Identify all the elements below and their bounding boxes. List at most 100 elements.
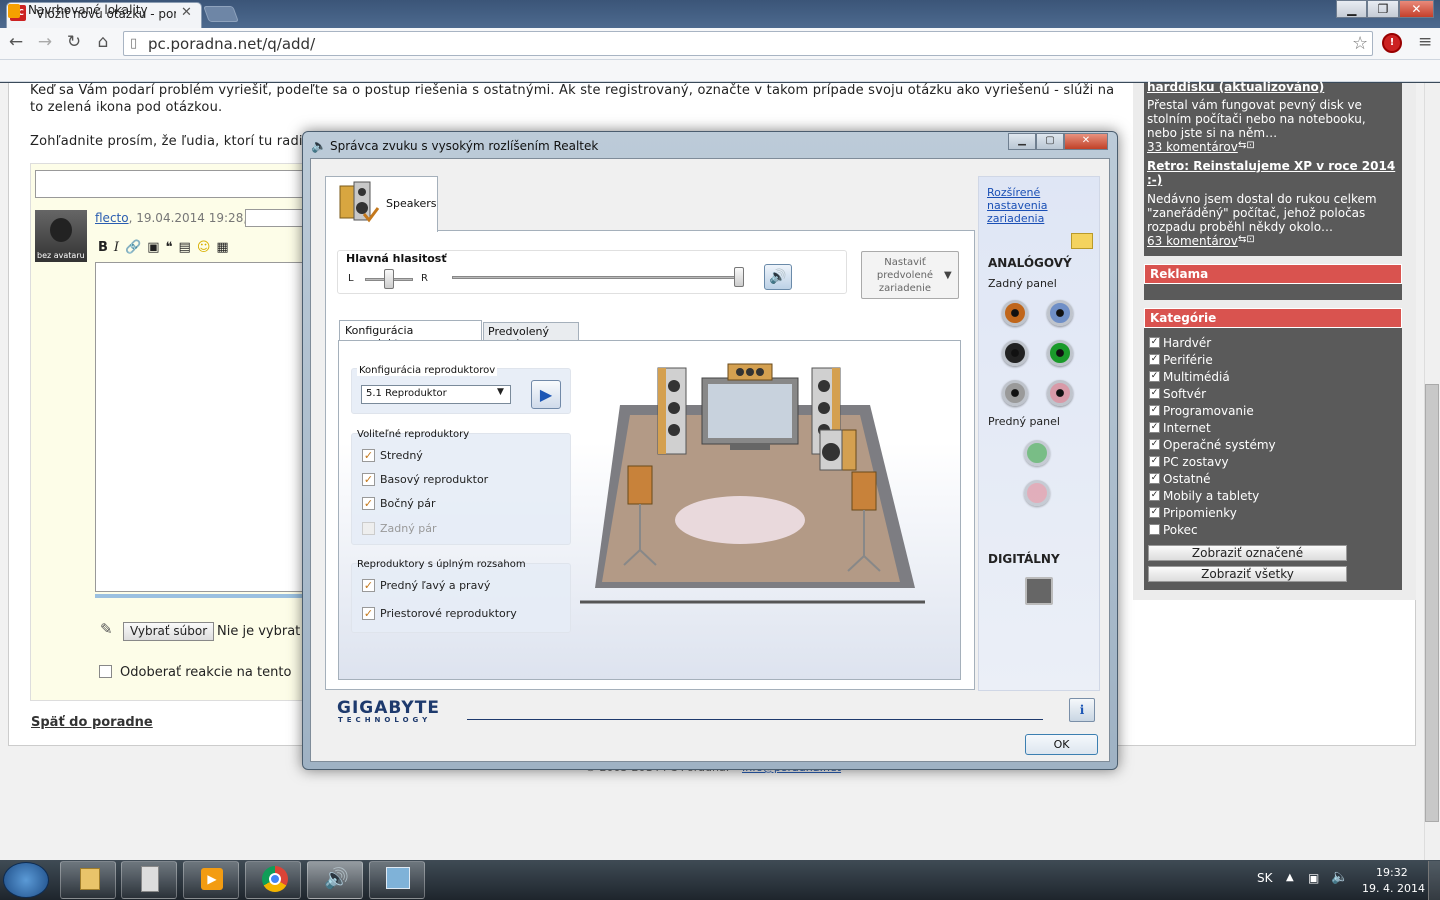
quote-icon[interactable]: ❝ [166,240,173,255]
attach-box-icon[interactable]: ▦ [216,240,228,255]
category-item[interactable]: ✓ Multimédiá [1149,368,1389,385]
back-link[interactable]: Späť do poradne [31,715,153,730]
bold-icon[interactable]: B [98,240,108,255]
chevron-down-icon[interactable]: ▼ [497,387,504,397]
chevron-down-icon[interactable]: ▼ [944,270,952,281]
category-checkbox[interactable]: ✓ [1149,354,1160,365]
tags-input[interactable] [245,209,305,227]
option-checkbox[interactable]: ✓ [362,473,375,486]
front-jack-icon[interactable] [1024,440,1050,466]
close-icon[interactable]: ✕ [1398,0,1434,18]
category-checkbox[interactable]: ✓ [1149,405,1160,416]
rear-jack-icon[interactable] [1002,340,1028,366]
option-checkbox[interactable]: ✓ [362,497,375,510]
category-checkbox[interactable]: ✓ [1149,473,1160,484]
advanced-settings-link[interactable]: Rozšírené nastavenia zariadenia [987,186,1057,225]
image-icon[interactable]: ▣ [147,240,159,255]
dialog-close-icon[interactable]: ✕ [1064,133,1108,150]
rear-jack-icon[interactable] [1047,380,1073,406]
speaker-option[interactable]: ✓ Priestorové reproduktory [362,607,517,620]
speaker-option[interactable]: ✓ Basový reproduktor [362,473,488,486]
subscribe-checkbox[interactable] [99,665,112,678]
show-marked-button[interactable]: Zobraziť označené [1148,545,1347,561]
tab-default-format[interactable]: Predvolený formát [483,322,579,351]
language-indicator[interactable]: SK [1257,871,1273,885]
category-item[interactable]: ✓ Periférie [1149,351,1389,368]
category-checkbox[interactable]: ✓ [1149,439,1160,450]
rear-jack-icon[interactable] [1002,300,1028,326]
smiley-icon[interactable]: ☺ [197,240,211,255]
reload-icon[interactable]: ↻ [63,31,85,53]
tab-close-icon[interactable]: ✕ [181,5,192,20]
bookmark-star-icon[interactable]: ☆ [1352,33,1368,54]
show-desktop-button[interactable] [1428,861,1440,900]
category-checkbox[interactable]: ✓ [1149,422,1160,433]
new-tab-button[interactable] [203,6,239,22]
tray-arrow-icon[interactable]: ▲ [1286,872,1294,883]
category-item[interactable]: ✓ Programovanie [1149,402,1389,419]
info-icon[interactable]: i [1069,698,1095,722]
author-link[interactable]: flecto [95,211,129,225]
category-item[interactable]: ✓ Pripomienky [1149,504,1389,521]
spdif-connector-icon[interactable] [1025,577,1053,605]
message-textarea[interactable] [95,262,305,592]
category-item[interactable]: ✓ PC zostavy [1149,453,1389,470]
code-icon[interactable]: ▤ [179,240,191,255]
volume-slider-thumb[interactable] [734,267,744,287]
speaker-option[interactable]: ✓ Bočný pár [362,497,436,510]
news-title-2[interactable]: Retro: Reinstalujeme XP v roce 2014 :-) [1147,159,1402,187]
volume-slider[interactable] [452,276,744,279]
clock-date[interactable]: 19. 4. 2014 [1362,882,1425,895]
category-item[interactable]: ✓ Mobily a tablety [1149,487,1389,504]
choose-file-button[interactable]: Vybrať súbor [123,622,215,641]
category-item[interactable]: ✓ Softvér [1149,385,1389,402]
show-all-button[interactable]: Zobraziť všetky [1148,566,1347,582]
network-icon[interactable]: ▣ [1308,871,1319,885]
forward-icon[interactable]: → [34,31,56,53]
speaker-option[interactable]: ✓ Predný ľavý a pravý [362,579,490,592]
folder-icon[interactable] [1071,233,1093,249]
option-checkbox[interactable]: ✓ [362,449,375,462]
category-item[interactable]: ✓ Hardvér [1149,334,1389,351]
category-item[interactable]: ✓ Internet [1149,419,1389,436]
category-checkbox[interactable]: ✓ [1149,507,1160,518]
mute-speaker-icon[interactable]: 🔊 [764,264,792,290]
title-input[interactable] [35,170,305,198]
back-icon[interactable]: ← [5,31,27,53]
category-checkbox[interactable]: ✓ [1149,371,1160,382]
resize-bar[interactable] [95,594,305,598]
rear-jack-icon[interactable] [1002,380,1028,406]
volume-tray-icon[interactable]: 🔈 [1331,869,1348,885]
speaker-option[interactable]: ✓ Stredný [362,449,423,462]
home-icon[interactable]: ⌂ [92,31,114,53]
category-item[interactable]: Pokec [1149,521,1389,538]
bookmark-suggested-sites[interactable]: Navrhované lokality [28,3,148,17]
speaker-option[interactable]: Zadný pár [362,522,436,535]
rear-jack-icon[interactable] [1047,300,1073,326]
option-checkbox[interactable] [362,522,375,535]
category-item[interactable]: ✓ Ostatné [1149,470,1389,487]
dialog-maximize-icon[interactable]: ▢ [1036,133,1064,150]
category-checkbox[interactable]: ✓ [1149,388,1160,399]
italic-icon[interactable]: I [114,240,119,255]
rear-jack-icon[interactable] [1047,340,1073,366]
minimize-icon[interactable]: ▁ [1336,0,1368,18]
speaker-config-select[interactable]: 5.1 Reproduktor [361,385,511,404]
link-icon[interactable]: 🔗 [125,240,141,255]
category-checkbox[interactable] [1149,524,1160,535]
clock-time[interactable]: 19:32 [1376,866,1408,879]
front-jack-icon[interactable] [1024,480,1050,506]
news-comments-2[interactable]: 63 komentárov [1147,234,1238,248]
extension-icon[interactable]: ! [1382,33,1402,53]
menu-icon[interactable]: ≡ [1418,32,1432,52]
tab-speaker-config[interactable]: Konfigurácia reproduktorov [339,320,482,350]
balance-slider-thumb[interactable] [384,269,394,289]
category-checkbox[interactable]: ✓ [1149,337,1160,348]
option-checkbox[interactable]: ✓ [362,607,375,620]
news-title-1[interactable]: harddisku (aktualizováno) [1147,80,1324,94]
scrollbar-thumb[interactable] [1425,384,1439,822]
news-comments-1[interactable]: 33 komentárov [1147,140,1238,154]
maximize-icon[interactable]: ❐ [1367,0,1399,18]
category-item[interactable]: ✓ Operačné systémy [1149,436,1389,453]
category-checkbox[interactable]: ✓ [1149,490,1160,501]
